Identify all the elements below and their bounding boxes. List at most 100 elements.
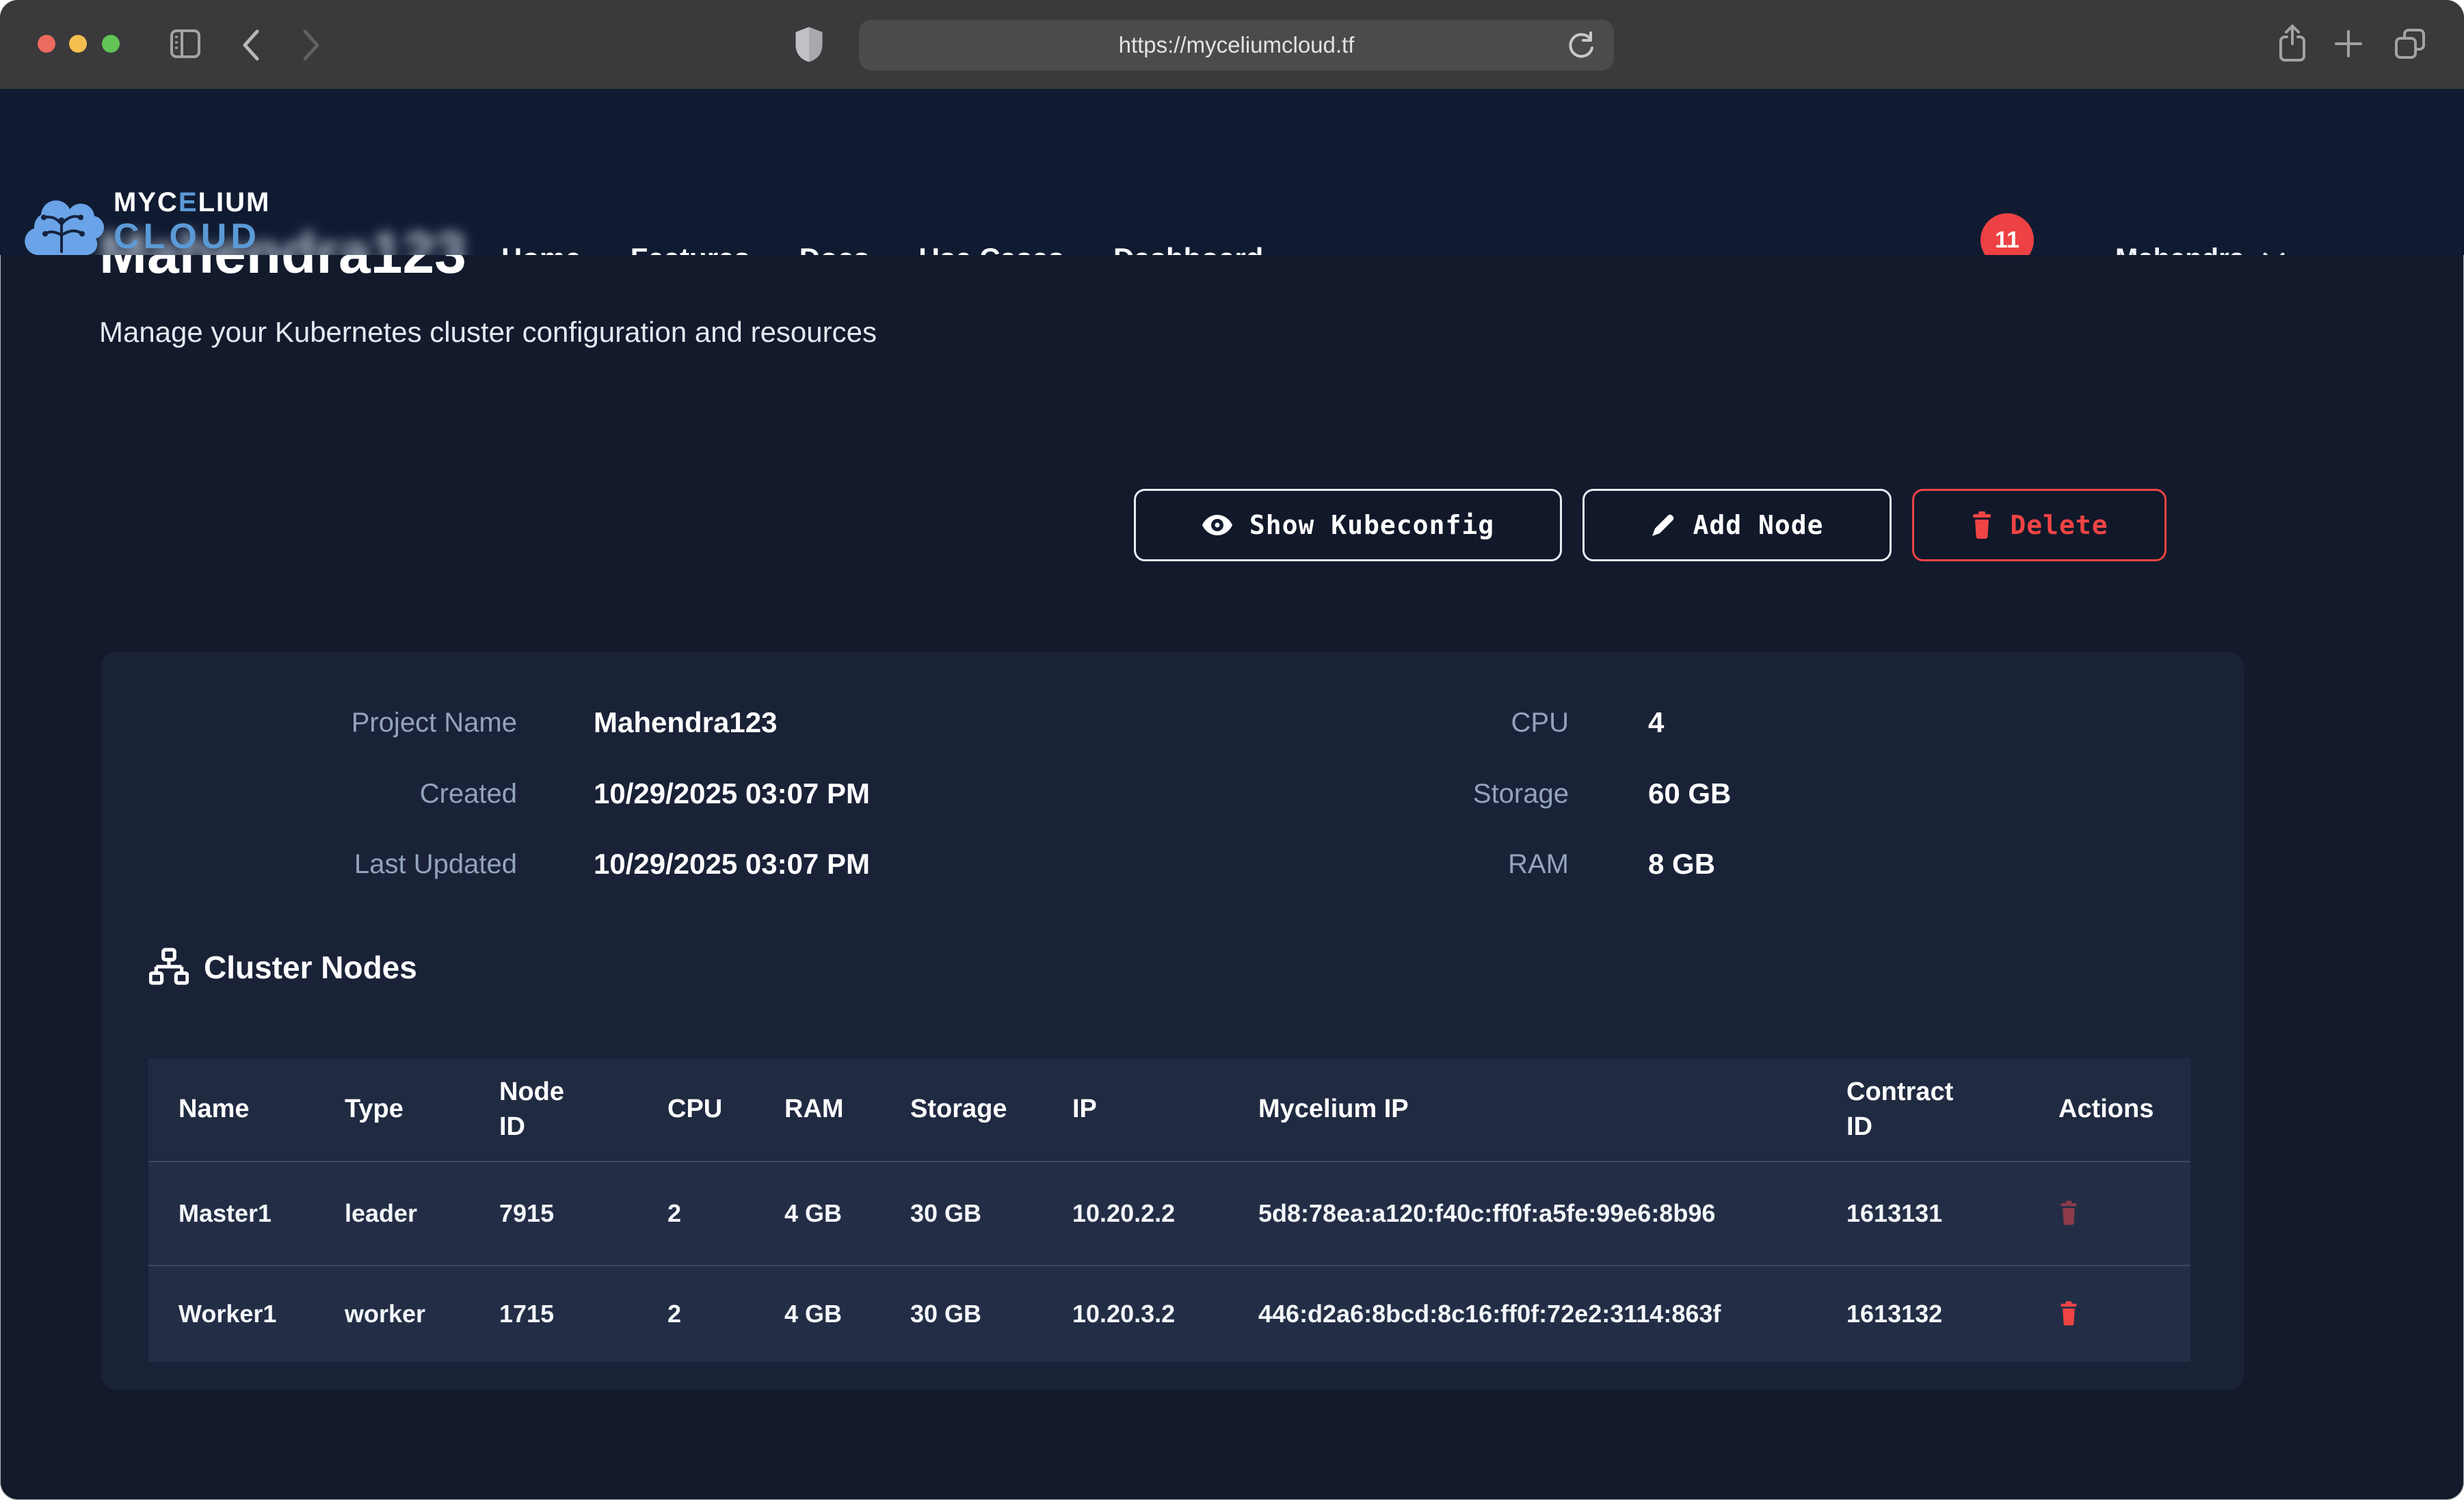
col-header-node-id: Node ID	[469, 1058, 637, 1161]
zoom-window-button[interactable]	[102, 35, 120, 53]
storage-value: 60 GB	[1648, 773, 1731, 814]
network-nodes-icon	[149, 948, 189, 987]
cell-mycelium-ip: 446:d2a6:8bcd:8c16:ff0f:72e2:3114:863f	[1228, 1266, 1816, 1362]
add-node-label: Add Node	[1693, 510, 1823, 540]
cluster-nodes-section-header: Cluster Nodes	[149, 948, 417, 987]
last-updated-value: 10/29/2025 03:07 PM	[594, 844, 870, 885]
cell-name: Worker1	[148, 1266, 315, 1362]
col-header-name: Name	[148, 1058, 315, 1161]
brand-wordmark: MYCELIUM CLOUD	[114, 189, 270, 254]
user-menu[interactable]: Mahendra	[2115, 243, 2286, 255]
cpu-label: CPU	[1336, 702, 1569, 743]
ram-label: RAM	[1336, 844, 1569, 885]
brand-part1: MYC	[114, 187, 178, 217]
nav-links: Home Features Docs Use Cases Dashboard	[501, 242, 1263, 255]
nav-link-dashboard[interactable]: Dashboard	[1113, 242, 1263, 255]
share-icon[interactable]	[2276, 23, 2309, 64]
cell-cpu: 2	[637, 1266, 754, 1362]
table-row-master1: Master1 leader 7915 2 4 GB 30 GB 10.20.2…	[148, 1161, 2190, 1265]
cell-type: worker	[315, 1266, 469, 1362]
chevron-down-icon	[2262, 252, 2286, 256]
url-text: https://myceliumcloud.tf	[1119, 32, 1355, 58]
cell-actions	[2028, 1162, 2190, 1265]
brand-logo[interactable]: MYCELIUM CLOUD	[21, 186, 270, 255]
cell-node-id: 1715	[469, 1266, 637, 1362]
cell-contract-id: 1613132	[1816, 1266, 2028, 1362]
table-row-worker1: Worker1 worker 1715 2 4 GB 30 GB 10.20.3…	[148, 1265, 2190, 1362]
nav-link-use-cases[interactable]: Use Cases	[918, 242, 1063, 255]
forward-icon[interactable]	[301, 29, 321, 62]
show-kubeconfig-label: Show Kubeconfig	[1249, 510, 1494, 540]
project-name-label: Project Name	[101, 702, 517, 743]
cluster-actions-row: Show Kubeconfig Add Node Delete	[0, 489, 2464, 557]
brand-line-cloud: CLOUD	[114, 219, 270, 254]
project-name-value: Mahendra123	[594, 702, 777, 743]
brand-line-mycelium: MYCELIUM	[114, 189, 270, 216]
cell-ip: 10.20.3.2	[1042, 1266, 1228, 1362]
cell-node-id: 7915	[469, 1162, 637, 1265]
col-header-ip: IP	[1042, 1058, 1228, 1161]
browser-toolbar: https://myceliumcloud.tf	[0, 0, 2464, 89]
trash-icon	[2058, 1301, 2079, 1326]
trash-icon	[1970, 511, 1993, 539]
cluster-nodes-table: Name Type Node ID CPU RAM Storage IP Myc…	[148, 1058, 2190, 1362]
brand-part2: LIUM	[198, 187, 271, 217]
close-window-button[interactable]	[38, 35, 55, 53]
cell-storage: 30 GB	[880, 1162, 1042, 1265]
delete-node-button[interactable]	[2058, 1301, 2079, 1328]
add-node-button[interactable]: Add Node	[1582, 489, 1892, 561]
storage-label: Storage	[1336, 773, 1569, 814]
page-subtitle: Manage your Kubernetes cluster configura…	[99, 316, 877, 349]
last-updated-label: Last Updated	[101, 844, 517, 885]
table-header-row: Name Type Node ID CPU RAM Storage IP Myc…	[148, 1058, 2190, 1161]
cell-ram: 4 GB	[754, 1162, 880, 1265]
notifications-button[interactable]: 11	[1967, 211, 2042, 255]
notification-badge: 11	[1981, 213, 2034, 255]
col-header-mycelium-ip: Mycelium IP	[1228, 1058, 1816, 1161]
new-tab-icon[interactable]	[2333, 29, 2363, 59]
mycelium-cloud-logo-icon	[21, 186, 104, 255]
browser-window: https://myceliumcloud.tf Mahendra123	[0, 0, 2464, 1500]
tab-overview-icon[interactable]	[2392, 26, 2428, 62]
col-header-actions: Actions	[2028, 1058, 2190, 1161]
cell-mycelium-ip: 5d8:78ea:a120:f40c:ff0f:a5fe:99e6:8b96	[1228, 1162, 1816, 1265]
col-header-ram: RAM	[754, 1058, 880, 1161]
reload-icon[interactable]	[1565, 29, 1598, 62]
cluster-nodes-heading: Cluster Nodes	[204, 949, 417, 986]
nav-link-features[interactable]: Features	[631, 242, 750, 255]
trash-icon	[2058, 1201, 2079, 1225]
sidebar-toggle-icon[interactable]	[170, 29, 201, 59]
cell-name: Master1	[148, 1162, 315, 1265]
col-header-type: Type	[315, 1058, 469, 1161]
user-name: Mahendra	[2115, 243, 2244, 255]
nav-link-docs[interactable]: Docs	[799, 242, 870, 255]
col-header-contract-id: Contract ID	[1816, 1058, 2028, 1161]
back-icon[interactable]	[241, 29, 261, 62]
cell-actions	[2028, 1266, 2190, 1362]
pencil-icon	[1650, 512, 1676, 538]
ram-value: 8 GB	[1648, 844, 1715, 885]
cell-ip: 10.20.2.2	[1042, 1162, 1228, 1265]
cell-ram: 4 GB	[754, 1266, 880, 1362]
cell-contract-id: 1613131	[1816, 1162, 2028, 1265]
site-navbar: Mahendra123 MYCELIUM CLOUD Home Features…	[0, 89, 2464, 255]
privacy-shield-icon[interactable]	[795, 26, 823, 63]
delete-node-button[interactable]	[2058, 1201, 2079, 1227]
delete-cluster-button[interactable]: Delete	[1912, 489, 2167, 561]
created-label: Created	[101, 773, 517, 814]
cpu-value: 4	[1648, 702, 1664, 743]
show-kubeconfig-button[interactable]: Show Kubeconfig	[1134, 489, 1562, 561]
cell-type: leader	[315, 1162, 469, 1265]
brand-accent-letter: E	[178, 187, 198, 217]
minimize-window-button[interactable]	[69, 35, 87, 53]
cluster-details-card: Project Name Mahendra123 CPU 4 Created 1…	[101, 652, 2244, 1390]
col-header-storage: Storage	[880, 1058, 1042, 1161]
cell-cpu: 2	[637, 1162, 754, 1265]
delete-label: Delete	[2010, 510, 2108, 540]
address-bar[interactable]: https://myceliumcloud.tf	[859, 20, 1614, 70]
cell-storage: 30 GB	[880, 1266, 1042, 1362]
col-header-cpu: CPU	[637, 1058, 754, 1161]
created-value: 10/29/2025 03:07 PM	[594, 773, 870, 814]
eye-icon	[1202, 514, 1233, 536]
nav-link-home[interactable]: Home	[501, 242, 581, 255]
